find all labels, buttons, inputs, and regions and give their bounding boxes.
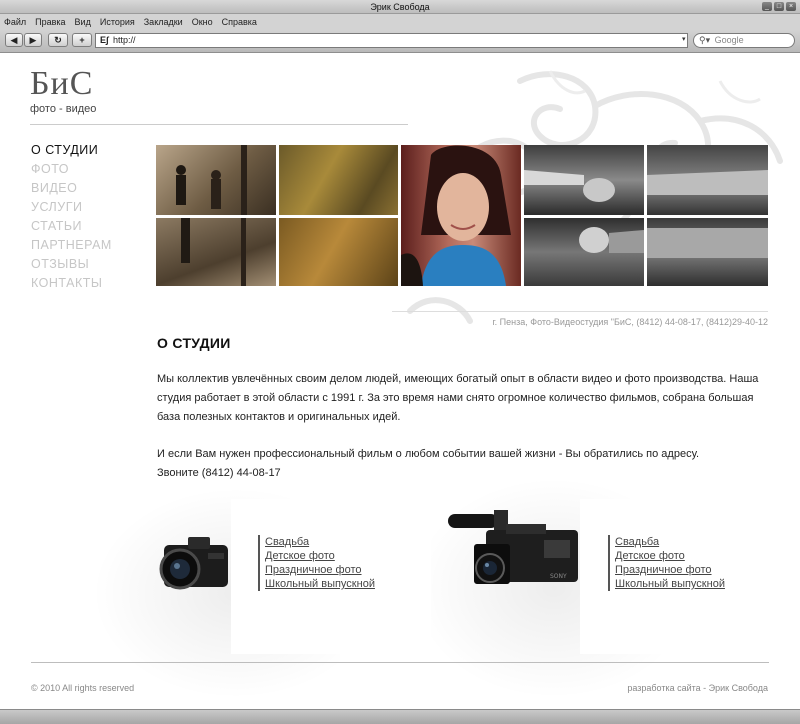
about-paragraph-1: Мы коллектив увлечённых своим делом люде… xyxy=(157,373,759,423)
search-placeholder: Google xyxy=(714,35,744,45)
plus-icon: + xyxy=(79,35,85,45)
url-text: http:// xyxy=(112,35,136,45)
photo-couple-grass-3 xyxy=(647,145,768,215)
nav-item-contacts[interactable]: КОНТАКТЫ xyxy=(31,274,112,293)
nav-item-photo[interactable]: ФОТО xyxy=(31,160,112,179)
photo-mosaic xyxy=(156,145,768,286)
url-field[interactable]: E∫ http:// xyxy=(95,33,688,48)
video-link-wedding[interactable]: Свадьба xyxy=(615,535,725,549)
menu-bar: Файл Правка Вид История Закладки Окно Сп… xyxy=(0,14,800,29)
photo-autumn-bokeh-2 xyxy=(279,218,398,286)
minimize-icon[interactable]: _ xyxy=(762,2,772,11)
main-nav: О СТУДИИ ФОТО ВИДЕО УСЛУГИ СТАТЬИ ПАРТНЕ… xyxy=(31,141,112,293)
web-page: БиС фото - видео О СТУДИИ ФОТО ВИДЕО УСЛ… xyxy=(0,53,800,709)
menu-view[interactable]: Вид xyxy=(75,17,91,27)
menu-file[interactable]: Файл xyxy=(4,17,26,27)
forward-arrow-icon: ▶ xyxy=(29,35,37,45)
footer-credit-link[interactable]: разработка сайта - Эрик Свобода xyxy=(627,683,768,693)
photo-couple-grass-2 xyxy=(524,218,644,286)
page-title: О СТУДИИ xyxy=(157,335,231,351)
browser-toolbar: ◀ ▶ ↻ + E∫ http:// ▾ ⚲▾ Google xyxy=(0,29,800,53)
photo-couple-leaves xyxy=(156,218,276,286)
video-link-kids[interactable]: Детское фото xyxy=(615,549,725,563)
maximize-icon[interactable]: □ xyxy=(774,2,784,11)
nav-item-services[interactable]: УСЛУГИ xyxy=(31,198,112,217)
photo-link-holiday[interactable]: Праздничное фото xyxy=(265,563,375,577)
video-link-graduation[interactable]: Школьный выпускной xyxy=(615,577,725,591)
search-icon: ⚲▾ xyxy=(699,35,711,45)
studio-address: г. Пенза, Фото-Видеостудия "БиС, (8412) … xyxy=(492,317,768,327)
svg-text:SONY: SONY xyxy=(550,573,567,580)
photo-couple-grass-4 xyxy=(647,218,768,286)
add-bookmark-button[interactable]: + xyxy=(72,33,92,47)
photo-couple-grass-1 xyxy=(524,145,644,215)
window-controls: _ □ × xyxy=(762,2,796,11)
window-titlebar: Эрик Свобода _ □ × xyxy=(0,0,800,14)
search-field[interactable]: ⚲▾ Google xyxy=(693,33,795,48)
nav-item-partners[interactable]: ПАРТНЕРАМ xyxy=(31,236,112,255)
logo-divider xyxy=(30,124,408,125)
menu-edit[interactable]: Правка xyxy=(35,17,65,27)
photo-autumn-bokeh xyxy=(279,145,398,215)
photo-camera-icon[interactable] xyxy=(156,535,232,593)
video-link-holiday[interactable]: Праздничное фото xyxy=(615,563,725,577)
menu-window[interactable]: Окно xyxy=(192,17,213,27)
photo-woman-portrait xyxy=(401,145,521,286)
browser-statusbar xyxy=(0,709,800,724)
nav-item-articles[interactable]: СТАТЬИ xyxy=(31,217,112,236)
forward-button[interactable]: ▶ xyxy=(24,33,42,47)
close-icon[interactable]: × xyxy=(786,2,796,11)
photo-link-kids[interactable]: Детское фото xyxy=(265,549,375,563)
url-dropdown-icon[interactable]: ▾ xyxy=(682,33,690,48)
nav-item-reviews[interactable]: ОТЗЫВЫ xyxy=(31,255,112,274)
footer-divider xyxy=(31,662,769,663)
site-logo[interactable]: БиС xyxy=(30,65,93,103)
video-services-links: Свадьба Детское фото Праздничное фото Шк… xyxy=(608,535,725,591)
photo-services-links: Свадьба Детское фото Праздничное фото Шк… xyxy=(258,535,375,591)
menu-history[interactable]: История xyxy=(100,17,135,27)
back-button[interactable]: ◀ xyxy=(5,33,23,47)
favicon-icon: E∫ xyxy=(100,35,109,45)
window-title: Эрик Свобода xyxy=(370,2,430,12)
address-divider xyxy=(392,311,768,312)
about-paragraph-2-line-1: И если Вам нужен профессиональный фильм … xyxy=(157,448,700,460)
video-camera-icon[interactable]: SONY xyxy=(446,500,581,600)
menu-help[interactable]: Справка xyxy=(222,17,257,27)
photo-link-graduation[interactable]: Школьный выпускной xyxy=(265,577,375,591)
photo-link-wedding[interactable]: Свадьба xyxy=(265,535,375,549)
menu-bookmarks[interactable]: Закладки xyxy=(144,17,183,27)
nav-item-about[interactable]: О СТУДИИ xyxy=(31,141,112,160)
logo-tagline: фото - видео xyxy=(30,103,97,115)
photo-couple-autumn xyxy=(156,145,276,215)
back-arrow-icon: ◀ xyxy=(10,35,18,45)
reload-button[interactable]: ↻ xyxy=(48,33,68,47)
nav-item-video[interactable]: ВИДЕО xyxy=(31,179,112,198)
reload-icon: ↻ xyxy=(54,35,62,45)
footer-copyright: © 2010 All rights reserved xyxy=(31,683,135,693)
